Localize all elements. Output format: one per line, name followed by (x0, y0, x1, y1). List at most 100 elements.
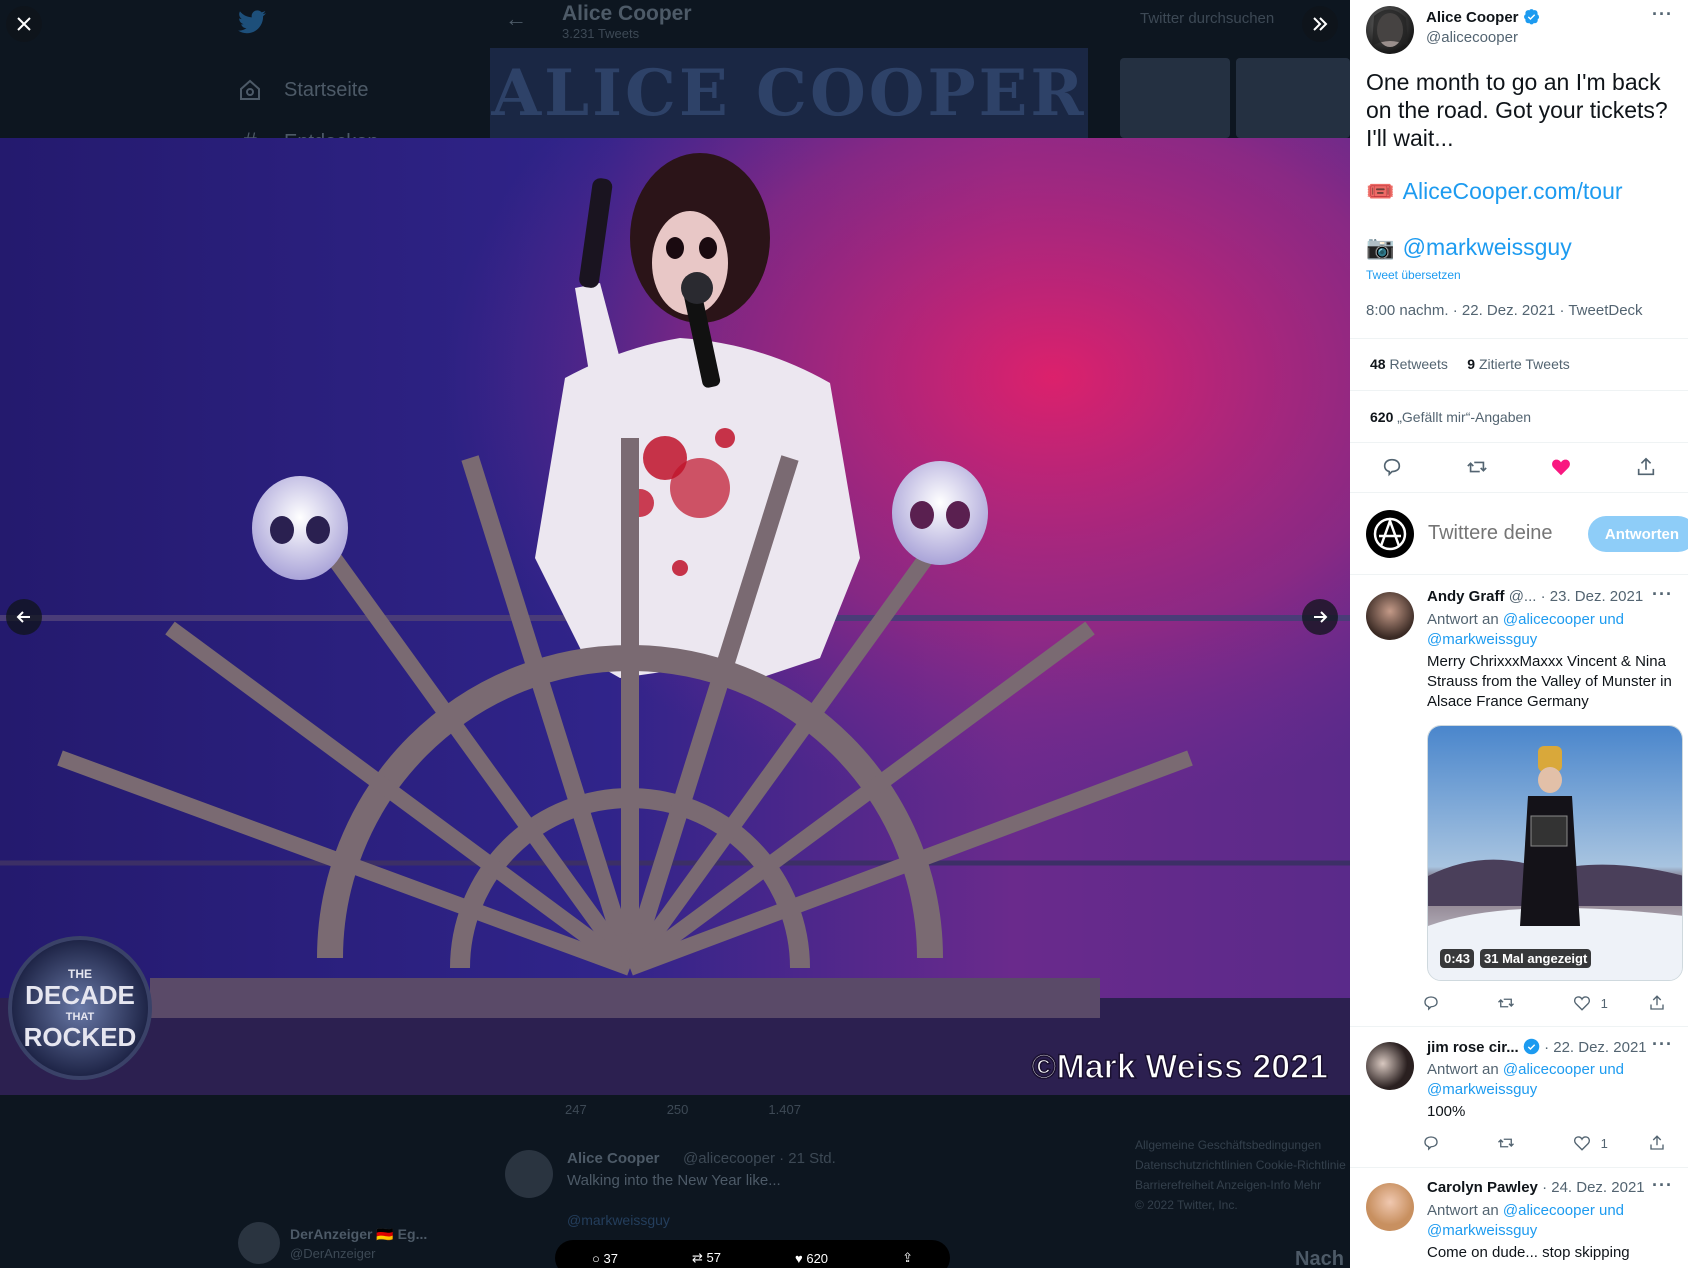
close-button[interactable] (6, 6, 42, 42)
account-handle: @DerAnzeiger (290, 1246, 376, 1261)
reply-body: Antwort an @alicecooper und @markweissgu… (1427, 1201, 1677, 1263)
avatar[interactable] (1366, 1042, 1414, 1090)
more-options-icon[interactable]: ··· (1652, 4, 1673, 25)
reply-composer: Antworten (1366, 508, 1688, 558)
media-thumbnail[interactable] (1120, 58, 1230, 138)
retweet-count[interactable]: 250 (667, 1102, 689, 1117)
reply-body: Antwort an @alicecooper und @markweissgu… (1427, 610, 1677, 712)
like-count[interactable]: 1.407 (768, 1102, 801, 1117)
retweets-link[interactable]: 48 Retweets (1370, 356, 1448, 372)
reply-button[interactable] (1422, 1134, 1462, 1152)
avatar[interactable] (1366, 592, 1414, 640)
tweet-text: One month to go an I'm back on the road.… (1366, 69, 1668, 151)
anarchy-icon (1373, 517, 1407, 551)
reply-header: Andy Graff @... · 23. Dez. 2021 (1427, 588, 1643, 605)
tweet-mention-link[interactable]: @markweissguy (567, 1212, 670, 1228)
previous-image-button[interactable] (6, 599, 42, 635)
ticket-emoji-icon: 🎟️ (1366, 178, 1395, 204)
close-icon (17, 17, 31, 31)
share-button[interactable] (1648, 994, 1688, 1012)
tweet-text: Walking into the New Year like... (567, 1172, 781, 1189)
divider (1350, 1026, 1688, 1027)
avatar[interactable] (1366, 510, 1414, 558)
photographer-mention[interactable]: @markweissguy (1403, 234, 1572, 261)
more-options-icon[interactable]: ··· (1652, 584, 1673, 605)
verified-badge-icon (1523, 9, 1539, 25)
media-thumbnail[interactable] (1236, 58, 1350, 138)
search-input[interactable]: Twitter durchsuchen (1140, 10, 1274, 27)
skull-left (252, 476, 348, 580)
likes-link[interactable]: 620 „Gefällt mir“-Angaben (1370, 409, 1531, 425)
avatar[interactable] (1366, 6, 1414, 54)
reply-action-row: 1 (1422, 1134, 1688, 1152)
reply-input[interactable] (1428, 522, 1578, 545)
tweet-timestamp[interactable]: 8:00 nachm. · 22. Dez. 2021 · TweetDeck (1366, 302, 1643, 319)
next-image-button[interactable] (1302, 599, 1338, 635)
retweet-action[interactable]: ⇄ 57 (692, 1250, 721, 1266)
reply-tweet[interactable]: Andy Graff @... · 23. Dez. 2021 ··· Antw… (1350, 580, 1688, 1025)
tweet-author[interactable]: Alice Cooper (1426, 8, 1540, 26)
reply-tweet[interactable]: jim rose cir... · 22. Dez. 2021 ··· Antw… (1350, 1030, 1688, 1170)
skull-right (892, 461, 988, 565)
likes-label: „Gefällt mir“-Angaben (1397, 409, 1532, 425)
reply-text: Come on dude... stop skipping (1427, 1244, 1630, 1261)
share-button[interactable] (1629, 450, 1663, 484)
retweet-count: 57 (706, 1250, 721, 1265)
reply-action-row: 1 (1422, 994, 1688, 1012)
like-action[interactable]: ♥ 620 (795, 1251, 828, 1266)
reply-text: 100% (1427, 1103, 1466, 1120)
retweet-icon (1498, 998, 1515, 1008)
reply-date[interactable]: · 24. Dez. 2021 (1542, 1179, 1645, 1196)
profile-banner: ALICE COOPER (490, 48, 1088, 138)
profile-name: Alice Cooper (562, 2, 692, 25)
tweet-author-handle: @alicecooper (1426, 29, 1518, 46)
reply-date[interactable]: · 22. Dez. 2021 (1544, 1039, 1647, 1056)
like-button[interactable] (1544, 450, 1578, 484)
share-button[interactable] (1648, 1134, 1688, 1152)
avatar[interactable] (1366, 1183, 1414, 1231)
reply-author-name[interactable]: jim rose cir... (1427, 1039, 1519, 1056)
concert-photo: THE DECADE THAT ROCKED ©Mark Weiss 2021 (0, 138, 1350, 1095)
footer-link[interactable]: Allgemeine Geschäftsbedingungen (1135, 1135, 1350, 1155)
back-arrow-icon[interactable]: ← (505, 6, 527, 32)
share-icon (1650, 1135, 1664, 1150)
translate-tweet-link[interactable]: Tweet übersetzen (1366, 268, 1461, 282)
retweet-button[interactable] (1460, 450, 1494, 484)
quotes-link[interactable]: 9 Zitierte Tweets (1467, 356, 1569, 372)
divider (1350, 1167, 1688, 1168)
more-options-icon[interactable]: ··· (1652, 1034, 1673, 1055)
reply-submit-button[interactable]: Antworten (1588, 516, 1688, 552)
reply-button[interactable] (1375, 450, 1409, 484)
reply-icon (1424, 1136, 1438, 1151)
retweet-button[interactable] (1497, 1134, 1537, 1152)
retweet-button[interactable] (1497, 994, 1537, 1012)
footer-link[interactable]: Datenschutzrichtlinien Cookie-Richtlinie (1135, 1155, 1350, 1175)
reply-author-handle: @... (1508, 588, 1537, 605)
svg-text:DECADE: DECADE (25, 980, 135, 1010)
camera-emoji-icon: 📷 (1366, 234, 1395, 260)
twitter-bird-icon[interactable] (238, 10, 266, 34)
reply-header: Carolyn Pawley · 24. Dez. 2021 (1427, 1179, 1645, 1196)
tweet-author-name[interactable]: Alice Cooper (567, 1150, 660, 1167)
reply-button[interactable] (1422, 994, 1462, 1012)
share-icon[interactable]: ⇪ (902, 1250, 913, 1266)
expand-panel-button[interactable] (1302, 6, 1338, 42)
retweet-icon (1498, 1138, 1515, 1148)
reply-header: jim rose cir... · 22. Dez. 2021 (1427, 1038, 1647, 1056)
reply-date[interactable]: · 23. Dez. 2021 (1541, 588, 1644, 605)
nav-home[interactable]: Startseite (238, 78, 368, 102)
avatar[interactable] (505, 1150, 553, 1198)
reply-author-name[interactable]: Carolyn Pawley (1427, 1179, 1538, 1196)
footer-link[interactable]: Barrierefreiheit Anzeigen-Info Mehr (1135, 1175, 1350, 1195)
reply-icon (1424, 996, 1438, 1011)
like-button[interactable]: 1 (1573, 994, 1613, 1012)
reply-author-name[interactable]: Andy Graff (1427, 588, 1505, 605)
reply-count[interactable]: 247 (565, 1102, 587, 1117)
retweet-stats: 48 Retweets 9 Zitierte Tweets (1370, 356, 1570, 372)
like-button[interactable]: 1 (1573, 1134, 1613, 1152)
reply-tweet[interactable]: Carolyn Pawley · 24. Dez. 2021 ··· Antwo… (1350, 1171, 1688, 1268)
video-thumbnail[interactable]: 0:43 31 Mal angezeigt (1427, 725, 1683, 981)
reply-action[interactable]: ○ 37 (592, 1251, 618, 1266)
tour-link[interactable]: AliceCooper.com/tour (1403, 178, 1623, 205)
more-options-icon[interactable]: ··· (1652, 1175, 1673, 1196)
